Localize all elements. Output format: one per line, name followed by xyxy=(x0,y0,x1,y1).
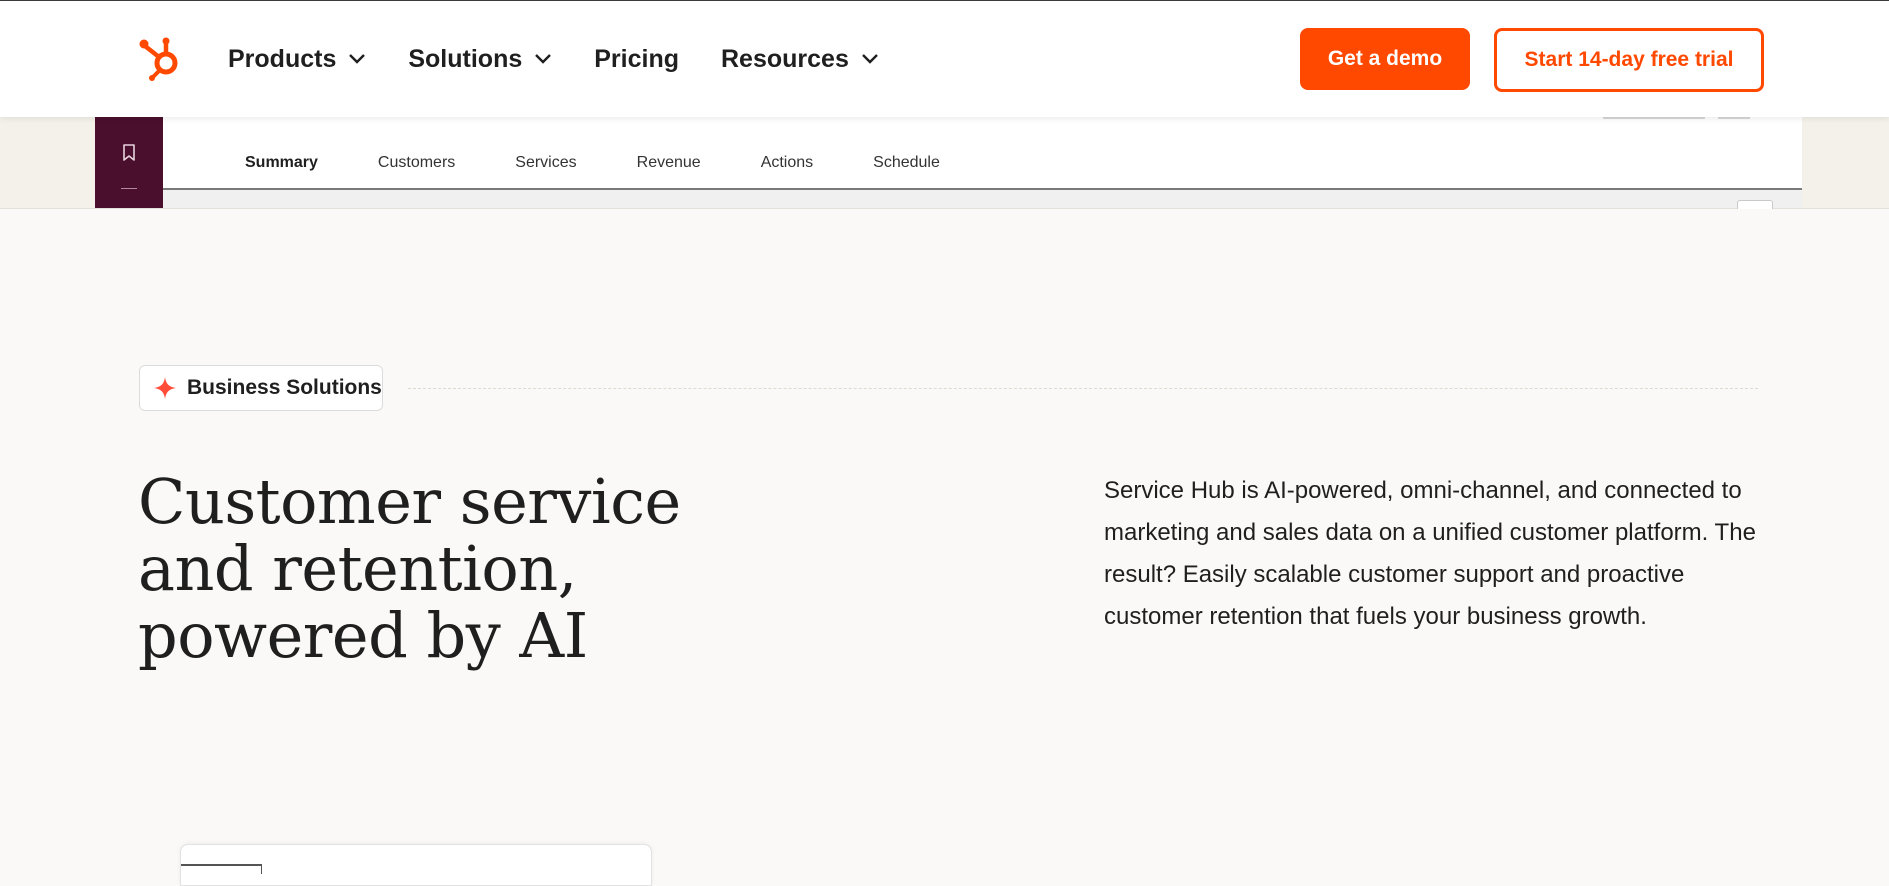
business-solutions-badge: Business Solutions xyxy=(139,365,383,411)
chevron-down-icon xyxy=(535,54,552,64)
nav-solutions-label: Solutions xyxy=(408,44,523,73)
badge-label: Business Solutions xyxy=(187,376,382,399)
nav-pricing-label: Pricing xyxy=(594,44,679,73)
section-divider xyxy=(408,388,1758,389)
nav-products-label: Products xyxy=(228,44,337,73)
tab-schedule[interactable]: Schedule xyxy=(843,154,970,192)
nav-resources[interactable]: Resources xyxy=(721,45,879,74)
card-tab xyxy=(181,864,262,874)
preview-app-panel: Summary Customers Services Revenue Actio… xyxy=(163,116,1802,209)
preview-sidebar-rail xyxy=(95,116,163,208)
preview-card xyxy=(180,844,652,886)
preview-tabs: Summary Customers Services Revenue Actio… xyxy=(215,154,970,198)
rail-divider xyxy=(121,188,137,189)
tab-revenue[interactable]: Revenue xyxy=(607,154,731,192)
hubspot-sprocket-icon[interactable] xyxy=(138,34,186,82)
nav-pricing[interactable]: Pricing xyxy=(594,45,679,74)
tab-summary[interactable]: Summary xyxy=(215,154,348,198)
get-demo-button[interactable]: Get a demo xyxy=(1300,28,1470,90)
tab-customers[interactable]: Customers xyxy=(348,154,485,192)
nav-resources-label: Resources xyxy=(721,44,849,73)
preview-corner-control xyxy=(1737,200,1773,209)
page-title: Customer service and retention, powered … xyxy=(138,465,681,672)
free-trial-button[interactable]: Start 14-day free trial xyxy=(1494,28,1764,92)
bookmark-icon[interactable] xyxy=(122,144,136,162)
tab-services[interactable]: Services xyxy=(485,154,606,192)
main-nav: Products Solutions Pricing Resources xyxy=(228,37,879,81)
top-navigation: Products Solutions Pricing Resources Get… xyxy=(0,0,1889,117)
nav-products[interactable]: Products xyxy=(228,45,366,74)
sparkle-icon xyxy=(154,377,176,399)
chevron-down-icon xyxy=(349,54,366,64)
tab-actions[interactable]: Actions xyxy=(731,154,843,192)
nav-solutions[interactable]: Solutions xyxy=(408,45,552,74)
preview-subbar xyxy=(163,190,1802,208)
hero-description: Service Hub is AI-powered, omni-channel,… xyxy=(1104,477,1756,630)
chevron-down-icon xyxy=(862,54,878,64)
